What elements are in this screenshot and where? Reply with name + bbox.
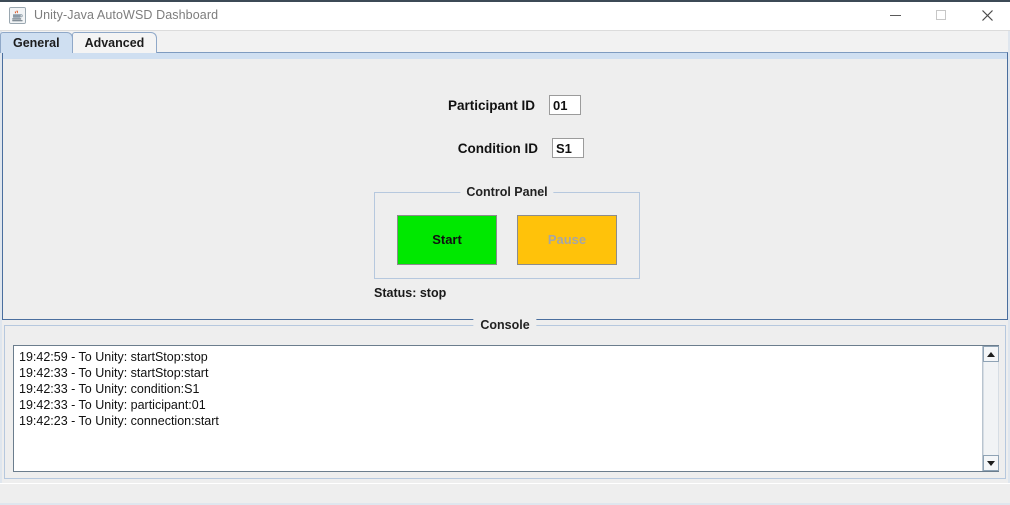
close-button[interactable] [964,0,1010,30]
close-icon [981,9,993,21]
window-bottom-strip [0,483,1010,505]
window-controls [872,0,1010,30]
scrollbar-track[interactable] [983,362,999,455]
control-panel-title: Control Panel [460,185,554,199]
console-line: 19:42:33 - To Unity: startStop:start [19,366,209,380]
maximize-icon [936,10,946,20]
console-scrollbar[interactable] [982,346,999,471]
console-panel: Console 19:42:59 - To Unity: startStop:s… [4,318,1006,479]
console-panel-title: Console [473,318,537,332]
condition-id-row: Condition ID [3,134,1007,162]
tab-advanced-label: Advanced [84,36,145,50]
console-scrollpane: 19:42:59 - To Unity: startStop:stop 19:4… [13,345,999,472]
window-title: Unity-Java AutoWSD Dashboard [34,8,219,22]
console-line: 19:42:23 - To Unity: connection:start [19,414,219,428]
minimize-icon [889,14,901,16]
console-line: 19:42:59 - To Unity: startStop:stop [19,350,208,364]
tab-strip: General Advanced [0,31,1010,53]
tab-strip-filler [156,32,1010,53]
pause-button[interactable]: Pause [517,215,617,265]
java-coffee-cup-icon [9,6,26,24]
participant-id-row: Participant ID [3,91,1007,119]
console-output[interactable]: 19:42:59 - To Unity: startStop:stop 19:4… [14,346,982,471]
participant-id-label: Participant ID [447,97,535,113]
title-bar: Unity-Java AutoWSD Dashboard [0,0,1010,31]
window-left-edge [0,31,2,505]
start-button[interactable]: Start [397,215,497,265]
scroll-up-button[interactable] [983,346,999,362]
application-window: Unity-Java AutoWSD Dashboard General Adv… [0,0,1010,505]
maximize-button[interactable] [918,0,964,30]
console-line: 19:42:33 - To Unity: participant:01 [19,398,206,412]
tab-general[interactable]: General [0,32,73,53]
condition-id-input[interactable] [552,138,584,158]
tab-general-label: General [13,36,60,50]
participant-id-input[interactable] [549,95,581,115]
control-panel-buttons: Start Pause [375,215,639,265]
condition-id-label: Condition ID [457,140,538,156]
control-panel: Control Panel Start Pause [374,185,640,279]
scroll-up-icon [987,351,995,357]
scroll-down-button[interactable] [983,455,999,471]
minimize-button[interactable] [872,0,918,30]
status-label: Status: stop [374,286,447,300]
scroll-down-icon [987,460,995,466]
console-line: 19:42:33 - To Unity: condition:S1 [19,382,200,396]
tab-advanced[interactable]: Advanced [71,32,158,53]
form-area: Participant ID Condition ID [3,91,1007,162]
general-tab-panel: Participant ID Condition ID Control Pane… [2,52,1008,320]
